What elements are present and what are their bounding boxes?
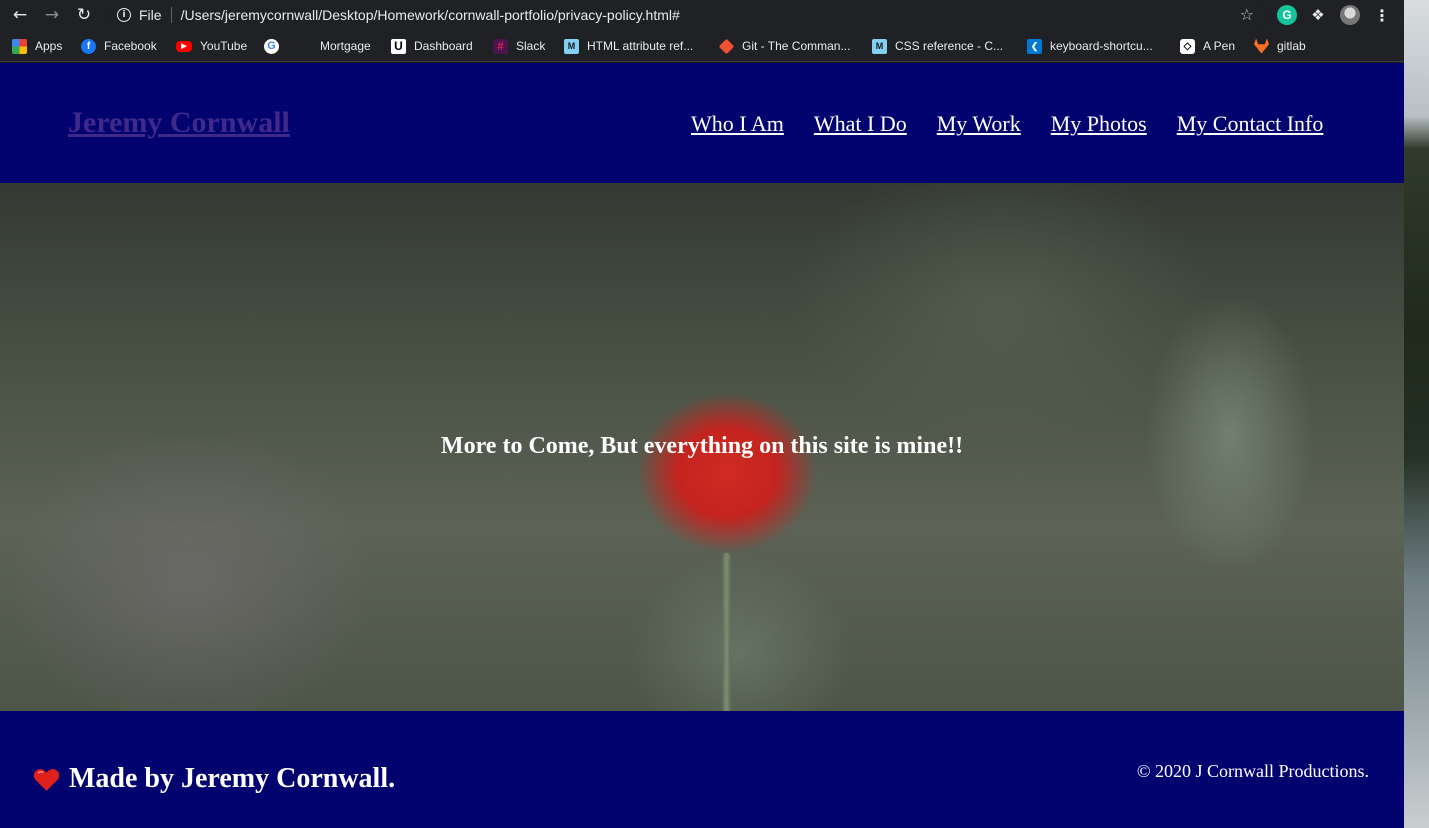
extensions-puzzle-icon[interactable]: ❖ bbox=[1308, 5, 1328, 25]
facebook-icon: f bbox=[81, 38, 96, 54]
nav-my-work[interactable]: My Work bbox=[937, 111, 1021, 137]
slack-icon: # bbox=[493, 38, 508, 54]
bookmark-label: CSS reference - C... bbox=[895, 39, 1004, 53]
vscode-icon: ❮ bbox=[1027, 38, 1042, 54]
bookmark-apps[interactable]: Apps bbox=[12, 37, 62, 55]
url-text[interactable]: /Users/jeremycornwall/Desktop/Homework/c… bbox=[181, 7, 680, 23]
hero-poppy-image: More to Come, But everything on this sit… bbox=[0, 183, 1404, 711]
browser-toolbar: ← → ↻ i File /Users/jeremycornwall/Deskt… bbox=[0, 0, 1404, 30]
bookmark-facebook[interactable]: f Facebook bbox=[81, 37, 157, 55]
heart-icon bbox=[33, 768, 60, 791]
back-arrow-icon[interactable]: ← bbox=[4, 0, 36, 30]
bookmark-label: Mortgage bbox=[320, 39, 371, 53]
bookmark-mortgage[interactable]: Mortgage bbox=[320, 37, 371, 55]
mdn-icon: M bbox=[872, 38, 887, 54]
made-by-text: Made by Jeremy Cornwall. bbox=[69, 763, 396, 794]
mdn-icon: M bbox=[564, 38, 579, 54]
bookmark-a-pen[interactable]: ◇ A Pen bbox=[1180, 37, 1235, 55]
bookmark-gitlab[interactable]: gitlab bbox=[1254, 37, 1306, 55]
nav-who-i-am[interactable]: Who I Am bbox=[691, 111, 784, 137]
bookmark-html-attribute-ref[interactable]: M HTML attribute ref... bbox=[564, 37, 693, 55]
bookmark-google[interactable]: G bbox=[264, 37, 287, 55]
bookmark-label: Git - The Comman... bbox=[742, 39, 851, 53]
bookmark-css-reference[interactable]: M CSS reference - C... bbox=[872, 37, 1003, 55]
bookmark-label: Slack bbox=[516, 39, 546, 53]
nav-what-i-do[interactable]: What I Do bbox=[814, 111, 907, 137]
bookmark-label: YouTube bbox=[200, 39, 248, 53]
scheme-label: File bbox=[139, 7, 162, 23]
google-icon: G bbox=[264, 38, 279, 54]
u-logo-icon: U bbox=[391, 38, 406, 54]
forward-arrow-icon[interactable]: → bbox=[36, 0, 68, 30]
gitlab-icon bbox=[1254, 38, 1269, 54]
bookmarks-bar: Apps f Facebook ▶ YouTube G Mortgage U D… bbox=[0, 30, 1404, 62]
bookmark-keyboard-shortcuts[interactable]: ❮ keyboard-shortcu... bbox=[1027, 37, 1153, 55]
poppy-stem bbox=[722, 553, 731, 711]
youtube-icon: ▶ bbox=[176, 40, 192, 52]
site-info-icon[interactable]: i bbox=[117, 8, 131, 22]
bookmark-label: gitlab bbox=[1277, 39, 1306, 53]
copyright-text: © 2020 J Cornwall Productions. bbox=[1136, 761, 1369, 781]
site-header: Jeremy Cornwall Who I Am What I Do My Wo… bbox=[0, 63, 1404, 183]
address-bar[interactable]: i File /Users/jeremycornwall/Desktop/Hom… bbox=[106, 2, 1266, 28]
bookmark-star-icon[interactable]: ☆ bbox=[1240, 5, 1254, 24]
bookmark-label: keyboard-shortcu... bbox=[1050, 39, 1153, 53]
more-menu-icon[interactable]: ⋮ bbox=[1372, 5, 1392, 25]
bookmark-label: Dashboard bbox=[414, 39, 473, 53]
git-icon bbox=[718, 38, 735, 54]
reload-icon[interactable]: ↻ bbox=[68, 0, 100, 30]
address-divider bbox=[170, 7, 172, 23]
nav-my-photos[interactable]: My Photos bbox=[1051, 111, 1147, 137]
codepen-icon: ◇ bbox=[1180, 38, 1195, 54]
bookmark-label: HTML attribute ref... bbox=[587, 39, 694, 53]
bookmark-youtube[interactable]: ▶ YouTube bbox=[176, 37, 247, 55]
bookmark-git[interactable]: Git - The Comman... bbox=[718, 37, 851, 55]
hero-heading: More to Come, But everything on this sit… bbox=[440, 433, 964, 459]
bookmark-dashboard[interactable]: U Dashboard bbox=[391, 37, 473, 55]
grammarly-extension-icon[interactable]: G bbox=[1277, 5, 1297, 25]
profile-avatar[interactable] bbox=[1340, 5, 1360, 25]
brand-link[interactable]: Jeremy Cornwall bbox=[68, 106, 290, 140]
bookmark-slack[interactable]: # Slack bbox=[493, 37, 545, 55]
made-by: Made by Jeremy Cornwall. bbox=[33, 763, 395, 795]
site-footer: Made by Jeremy Cornwall. © 2020 J Cornwa… bbox=[0, 711, 1404, 828]
main-nav: Who I Am What I Do My Work My Photos My … bbox=[691, 111, 1323, 137]
nav-my-contact-info[interactable]: My Contact Info bbox=[1177, 111, 1324, 137]
bookmark-label: A Pen bbox=[1203, 39, 1236, 53]
bookmark-label: Apps bbox=[35, 39, 63, 53]
apps-grid-icon bbox=[12, 38, 27, 54]
desktop-background bbox=[1404, 0, 1429, 828]
bookmark-label: Facebook bbox=[104, 39, 157, 53]
